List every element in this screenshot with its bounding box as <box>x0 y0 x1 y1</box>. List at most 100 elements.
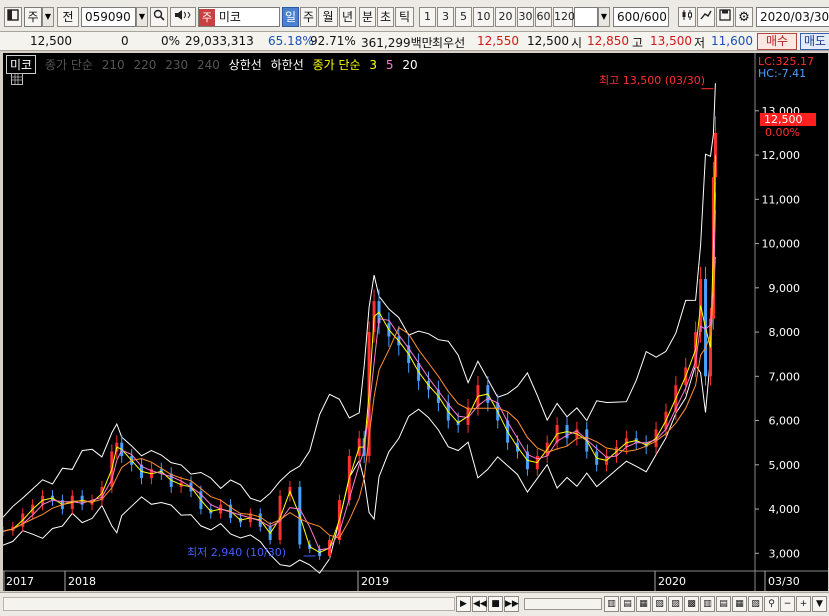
toolbar: 주 ▼ 전 059090 ▼ 주 미코 일 주 월 년 분 초 틱 1 3 5 … <box>0 0 829 32</box>
count-total: /600 <box>639 10 667 24</box>
interval-tick[interactable]: 틱 <box>395 7 414 27</box>
period-dropdown-button[interactable]: ▼ <box>42 7 54 27</box>
settings-button[interactable]: ⚙ <box>735 7 753 27</box>
bars-icon: ▤ <box>719 599 728 609</box>
y-tick-label: 8,000 <box>769 326 801 339</box>
chart-type-button-4[interactable]: ▧ <box>652 596 667 612</box>
buy-button[interactable]: 매수 <box>757 33 797 50</box>
high-label: 고 <box>632 36 644 50</box>
minute-10[interactable]: 10 <box>473 7 494 27</box>
x-tick-label: 2019 <box>361 575 389 588</box>
stock-name-field[interactable]: 주 미코 <box>198 7 280 27</box>
interval-week[interactable]: 주 <box>300 7 317 27</box>
date-input[interactable]: 2020/03/30 <box>756 7 829 27</box>
minute-30[interactable]: 30 <box>517 7 534 27</box>
price-change: 0 <box>121 34 129 48</box>
period-type-select[interactable]: 주 <box>24 7 42 27</box>
minute-3[interactable]: 3 <box>437 7 454 27</box>
arrow-down-icon: ▼ <box>816 599 823 609</box>
y-tick-label: 4,000 <box>769 503 801 516</box>
low-price: 11,600 <box>711 34 753 48</box>
stop-button[interactable]: ■ <box>488 596 503 612</box>
chevron-down-icon: ▼ <box>44 12 52 21</box>
minute-1[interactable]: 1 <box>419 7 436 27</box>
chart-type-button-10[interactable]: ▧ <box>748 596 763 612</box>
draw-tool-button[interactable] <box>697 7 715 27</box>
y-tick-label: 5,000 <box>769 459 801 472</box>
count-value: 600 <box>617 10 640 24</box>
candle-icon <box>682 10 692 20</box>
zoom-out-button[interactable]: − <box>780 596 795 612</box>
minute-20[interactable]: 20 <box>495 7 516 27</box>
y-tick-label: 9,000 <box>769 282 801 295</box>
zoom-in-button[interactable]: + <box>796 596 811 612</box>
chart-type-button-2[interactable]: ▤ <box>620 596 635 612</box>
y-tick-label: 7,000 <box>769 370 801 383</box>
interval-day[interactable]: 일 <box>282 7 299 27</box>
scroll-track[interactable] <box>3 597 455 611</box>
x-tick-label: 2017 <box>6 575 34 588</box>
high-price: 13,500 <box>650 34 692 48</box>
prev-button[interactable]: 전 <box>57 7 79 27</box>
bottom-bar: ▶ ◀◀ ■ ▶▶ ▥ ▤ ▦ ▧ ▨ ▩ ▥ ▤ ▦ ▧ ⚲ − + ▼ <box>0 592 829 616</box>
jump-start-button[interactable]: ◀◀ <box>472 596 487 612</box>
scroll-down-button[interactable]: ▼ <box>812 596 827 612</box>
custom-minute-dropdown[interactable]: ▼ <box>598 7 610 27</box>
stock-code-input[interactable]: 059090 <box>81 7 136 27</box>
stock-market-badge: 주 <box>199 9 215 26</box>
open-label: 시 <box>571 36 583 50</box>
chart-type-button-7[interactable]: ▥ <box>700 596 715 612</box>
minute-5[interactable]: 5 <box>455 7 472 27</box>
y-tick-label: 6,000 <box>769 415 801 428</box>
interval-second[interactable]: 초 <box>377 7 394 27</box>
sell-button[interactable]: 매도 <box>800 33 829 50</box>
bars-icon: ▩ <box>687 599 696 609</box>
search-icon <box>153 9 165 21</box>
fast-forward-icon: ▶▶ <box>505 599 519 609</box>
best-ask: 12,550 <box>477 34 519 48</box>
minute-120[interactable]: 120 <box>553 7 575 27</box>
chart-type-button-6[interactable]: ▩ <box>684 596 699 612</box>
search-button[interactable] <box>150 7 168 27</box>
code-dropdown-button[interactable]: ▼ <box>136 7 148 27</box>
ratio-1: 65.18% <box>268 34 314 48</box>
rewind-icon: ◀◀ <box>473 599 487 609</box>
price-chart[interactable]: 미코 종가 단순 210 220 230 240 상한선 하한선 종가 단순 3… <box>3 53 828 591</box>
indicator-button[interactable] <box>678 7 696 27</box>
zoom-slider[interactable] <box>524 598 602 610</box>
speaker-icon <box>175 10 191 20</box>
zoom-button[interactable]: ⚲ <box>764 596 779 612</box>
count-input[interactable]: 600/600 <box>613 7 669 27</box>
bars-icon: ▥ <box>703 599 712 609</box>
interval-minute[interactable]: 분 <box>359 7 376 27</box>
chart-type-button-8[interactable]: ▤ <box>716 596 731 612</box>
interval-year[interactable]: 년 <box>339 7 356 27</box>
ratio-2: 92.71% <box>310 34 356 48</box>
lower-band-line <box>3 182 716 574</box>
jump-end-button[interactable]: ▶▶ <box>504 596 519 612</box>
chart-type-button-5[interactable]: ▨ <box>668 596 683 612</box>
bars-icon: ▦ <box>639 599 648 609</box>
bars-icon: ▧ <box>655 599 664 609</box>
bars-icon: ▥ <box>607 599 616 609</box>
bars-icon: ▨ <box>671 599 680 609</box>
hc-readout: HC:-7.41 <box>758 67 807 80</box>
current-percent-marker: 0.00% <box>765 126 800 139</box>
save-button[interactable] <box>716 7 734 27</box>
minute-60[interactable]: 60 <box>535 7 552 27</box>
stock-name: 미코 <box>218 10 241 24</box>
minus-icon: − <box>783 599 792 609</box>
interval-month[interactable]: 월 <box>318 7 338 27</box>
volume: 29,033,313 <box>185 34 254 48</box>
arrow-right-icon: ▶ <box>460 599 467 609</box>
best-price-label: 최우선 <box>432 36 466 50</box>
window-menu-button[interactable] <box>4 7 22 27</box>
y-tick-label: 12,000 <box>762 149 801 162</box>
chart-type-button-1[interactable]: ▥ <box>604 596 619 612</box>
custom-minute-input[interactable] <box>574 7 598 27</box>
sound-button[interactable] <box>170 7 196 27</box>
scroll-right-button[interactable]: ▶ <box>456 596 471 612</box>
chart-type-button-9[interactable]: ▦ <box>732 596 747 612</box>
ma-3-line <box>3 155 716 553</box>
chart-type-button-3[interactable]: ▦ <box>636 596 651 612</box>
